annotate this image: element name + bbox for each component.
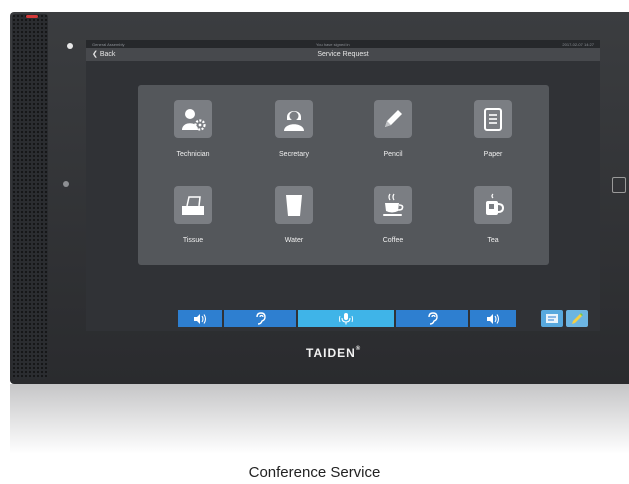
bottom-control-bar xyxy=(86,310,600,331)
service-label: Pencil xyxy=(383,151,403,158)
service-label: Technician xyxy=(176,151,210,158)
speaker-grille xyxy=(12,14,48,379)
tissue-icon xyxy=(174,186,212,224)
microphone-icon xyxy=(339,313,353,325)
service-label: Secretary xyxy=(279,151,309,158)
pencil-icon xyxy=(374,100,412,138)
service-label: Water xyxy=(284,237,304,244)
sign-in-status: You have signed in xyxy=(316,42,350,47)
secretary-icon xyxy=(275,100,313,138)
ear-icon xyxy=(428,312,438,325)
registered-mark: ® xyxy=(355,346,362,352)
pen-icon xyxy=(572,312,583,324)
message-button[interactable] xyxy=(541,310,563,327)
message-icon xyxy=(546,314,558,323)
side-button[interactable] xyxy=(612,177,626,193)
service-tile-coffee[interactable]: Coffee xyxy=(353,186,433,258)
listen-left-button[interactable] xyxy=(224,310,296,327)
microphone-button[interactable] xyxy=(298,310,394,327)
device-reflection xyxy=(10,384,629,454)
service-tile-tea[interactable]: Tea xyxy=(453,186,533,258)
service-label: Tea xyxy=(487,237,499,244)
water-icon xyxy=(275,186,313,224)
service-tile-tissue[interactable]: Tissue xyxy=(153,186,233,258)
ear-icon xyxy=(256,312,266,325)
status-bar: General Assembly You have signed in 2017… xyxy=(86,40,600,48)
figure-caption: Conference Service xyxy=(248,464,381,481)
top-bar: ❮ Back Service Request xyxy=(86,48,600,61)
service-tile-secretary[interactable]: Secretary xyxy=(254,100,334,172)
touch-screen: General Assembly You have signed in 2017… xyxy=(86,40,600,331)
speaker-icon xyxy=(194,313,207,324)
brand-logo: TAIDEN® xyxy=(306,346,361,360)
service-panel: Technician Secretary Pencil Paper Tissue… xyxy=(138,85,549,265)
tea-icon xyxy=(474,186,512,224)
date-time: 2017-02-07 14:27 xyxy=(562,42,594,47)
sensor-dot xyxy=(63,181,69,187)
page-title: Service Request xyxy=(317,51,369,58)
service-label: Paper xyxy=(483,151,503,158)
meeting-name: General Assembly xyxy=(92,42,125,47)
coffee-icon xyxy=(374,186,412,224)
paper-icon xyxy=(474,100,512,138)
technician-icon xyxy=(174,100,212,138)
status-led xyxy=(26,15,38,18)
service-tile-paper[interactable]: Paper xyxy=(453,100,533,172)
camera-dot xyxy=(67,43,73,49)
service-tile-pencil[interactable]: Pencil xyxy=(353,100,433,172)
service-tile-technician[interactable]: Technician xyxy=(153,100,233,172)
speaker-icon xyxy=(487,313,500,324)
volume-right-button[interactable] xyxy=(470,310,516,327)
service-label: Tissue xyxy=(182,237,204,244)
service-label: Coffee xyxy=(382,237,404,244)
service-button[interactable] xyxy=(566,310,588,327)
listen-right-button[interactable] xyxy=(396,310,468,327)
volume-left-button[interactable] xyxy=(178,310,222,327)
service-tile-water[interactable]: Water xyxy=(254,186,334,258)
brand-name: TAIDEN xyxy=(306,346,356,360)
